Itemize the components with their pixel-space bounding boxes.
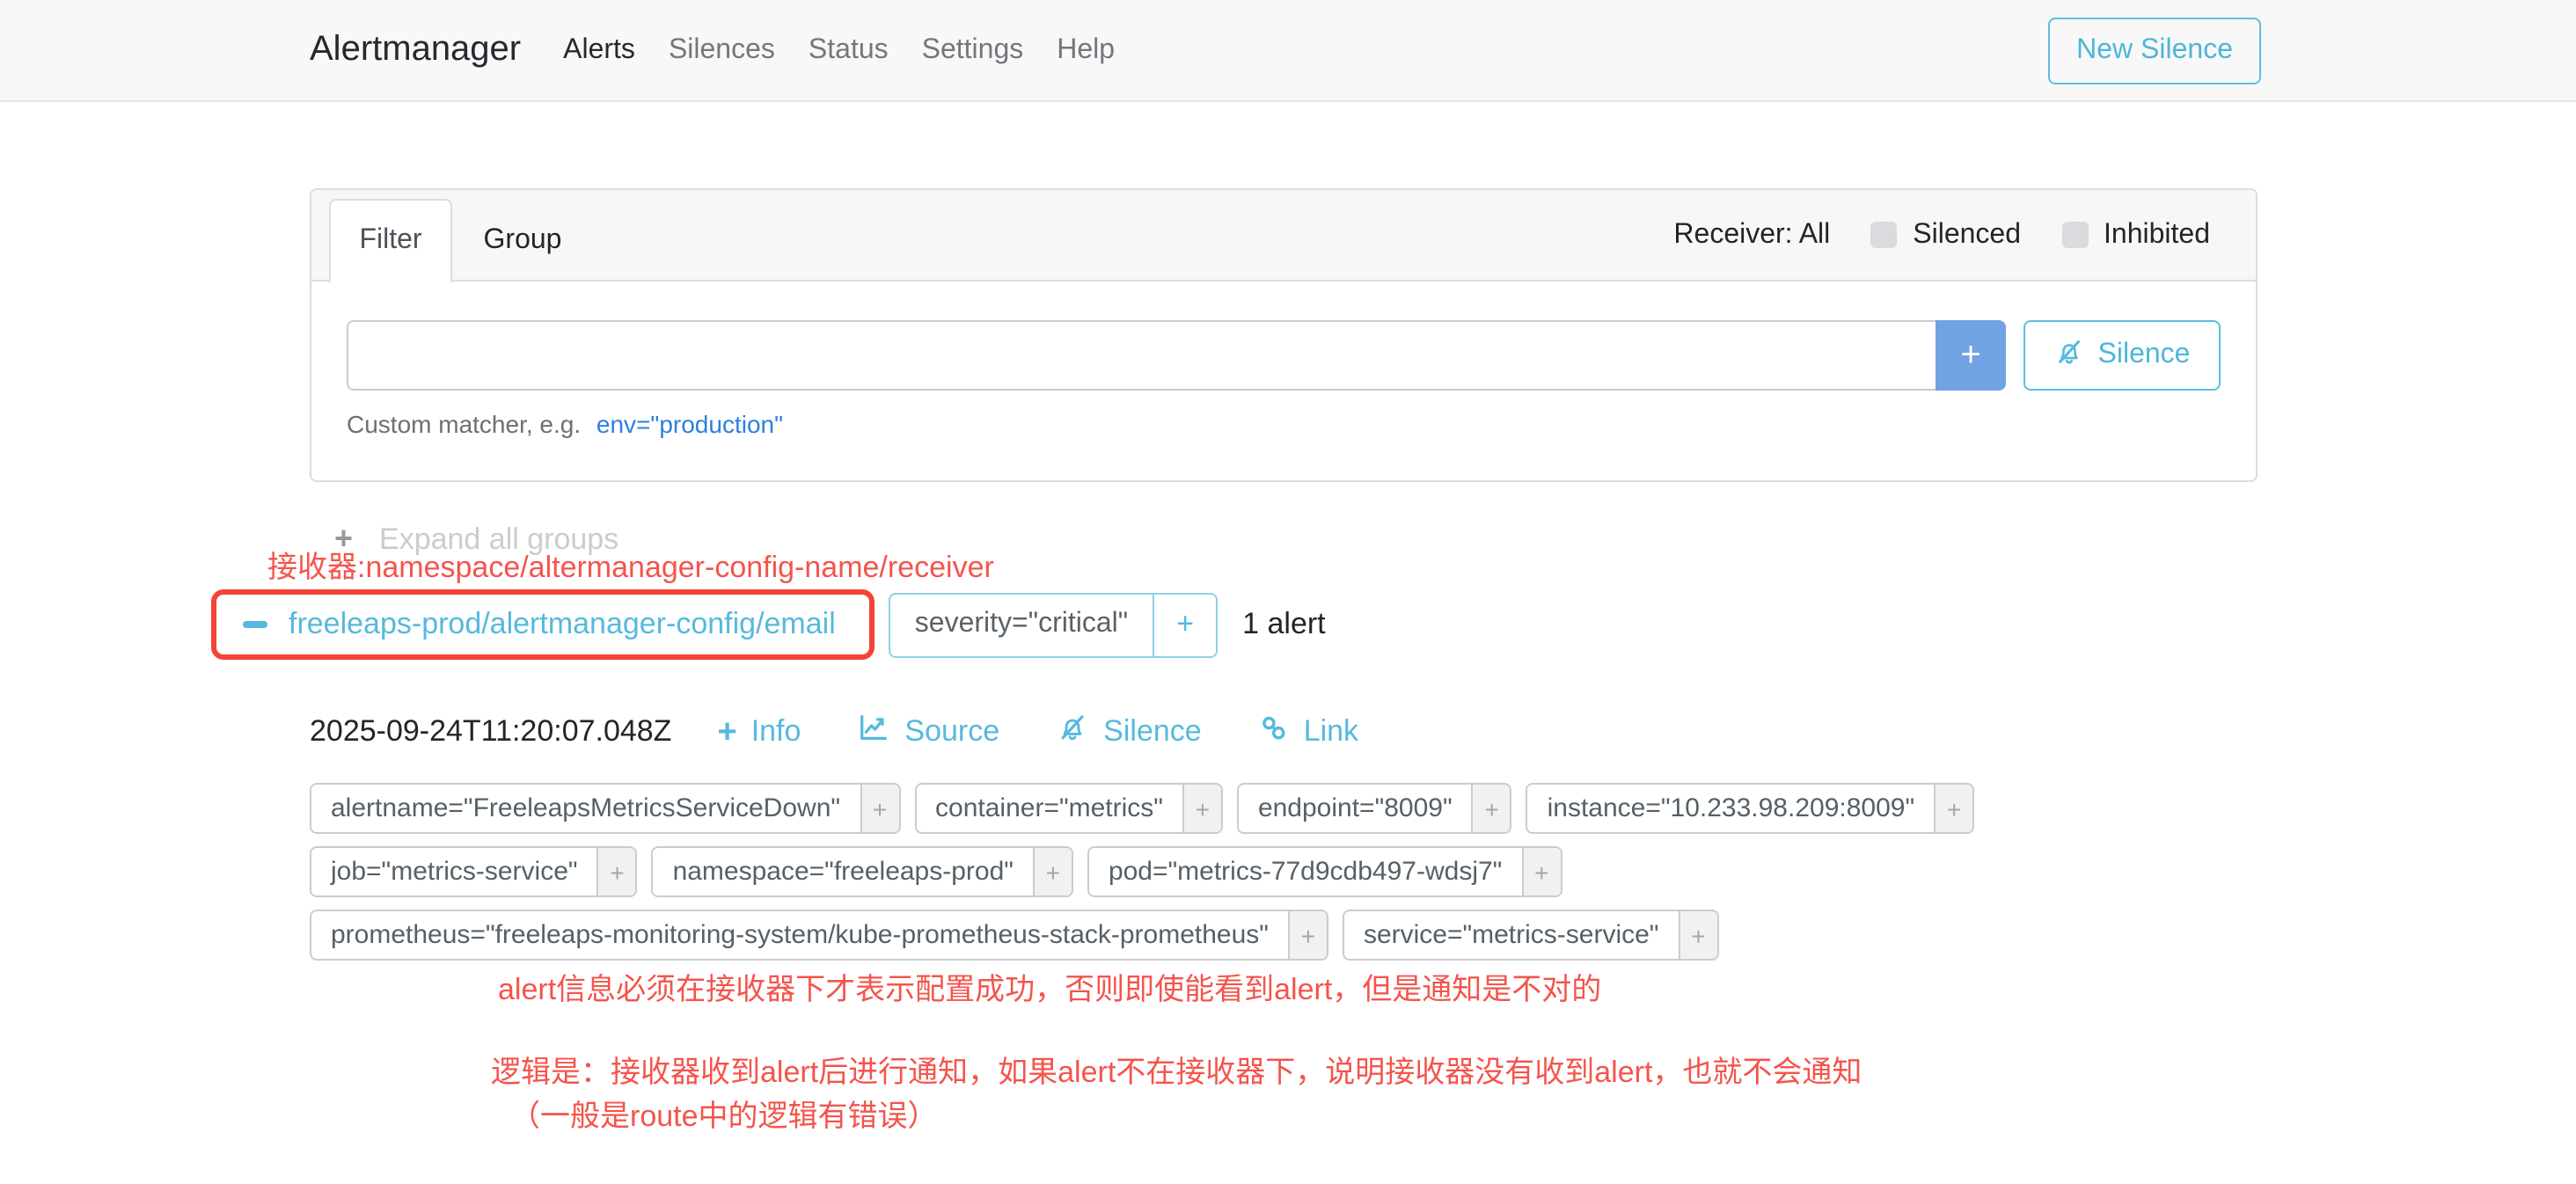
alertmanager-page: Alertmanager Alerts Silences Status Sett… [0, 0, 2576, 1184]
inhibited-checkbox-label[interactable]: Inhibited [2061, 219, 2210, 251]
silenced-label: Silenced [1913, 219, 2021, 251]
alert-count: 1 alert [1242, 607, 1326, 642]
filter-panel: Filter Group Receiver: All Silenced Inhi… [310, 188, 2258, 482]
label-chip-text[interactable]: container="metrics" [916, 785, 1182, 832]
alert-header: 2025-09-24T11:20:07.048Z + Info Source [310, 711, 1974, 753]
tab-filter[interactable]: Filter [329, 199, 452, 283]
alert-info-button[interactable]: + Info [717, 714, 801, 749]
main-nav: Alerts Silences Status Settings Help [563, 34, 1115, 66]
label-chip-prometheus: prometheus="freeleaps-monitoring-system/… [310, 910, 1328, 961]
nav-item-settings[interactable]: Settings [922, 34, 1024, 66]
link-icon [1258, 712, 1290, 752]
receiver-annotation-text: 接收器:namespace/altermanager-config-name/r… [267, 542, 994, 586]
silence-filter-button[interactable]: Silence [2023, 320, 2221, 391]
label-chip-add-button[interactable]: + [1678, 911, 1716, 959]
alert-silence-button[interactable]: Silence [1056, 711, 1202, 753]
alert-source-label: Source [904, 714, 999, 749]
inhibited-label: Inhibited [2104, 219, 2210, 251]
matcher-hint-text: Custom matcher, e.g. [347, 410, 581, 438]
app-brand[interactable]: Alertmanager [310, 30, 521, 70]
label-chip-job: job="metrics-service" + [310, 846, 638, 897]
label-chip-text[interactable]: pod="metrics-77d9cdb497-wdsj7" [1089, 848, 1521, 895]
label-chip-text[interactable]: namespace="freeleaps-prod" [654, 848, 1033, 895]
alert-source-link[interactable]: Source [857, 711, 999, 753]
receiver-filter-dropdown[interactable]: Receiver: All [1673, 219, 1830, 251]
label-chip-pod: pod="metrics-77d9cdb497-wdsj7" + [1087, 846, 1562, 897]
nav-item-alerts[interactable]: Alerts [563, 34, 635, 66]
label-chip-namespace: namespace="freeleaps-prod" + [652, 846, 1073, 897]
label-chip-container: container="metrics" + [914, 783, 1223, 834]
alert-timestamp: 2025-09-24T11:20:07.048Z [310, 714, 671, 749]
tab-group[interactable]: Group [452, 199, 593, 281]
alert-group-row: freeleaps-prod/alertmanager-config/email… [211, 589, 1326, 660]
label-row: alertname="FreeleapsMetricsServiceDown" … [310, 783, 1974, 834]
silenced-checkbox[interactable] [1870, 222, 1897, 248]
filter-panel-body: + Silence Custom matcher, e.g. env="prod… [311, 281, 2256, 480]
alert-link-label: Link [1304, 714, 1358, 749]
matcher-input-group: + Silence [347, 320, 2221, 391]
label-chip-instance: instance="10.233.98.209:8009" + [1526, 783, 1975, 834]
label-chip-add-button[interactable]: + [597, 848, 636, 895]
alert-info-label: Info [751, 714, 801, 749]
label-chip-add-button[interactable]: + [1182, 785, 1221, 832]
label-chip-service: service="metrics-service" + [1343, 910, 1719, 961]
add-matcher-button[interactable]: + [1936, 320, 2006, 391]
chart-line-icon [857, 711, 890, 753]
group-matcher-chip: severity="critical" + [889, 592, 1218, 657]
nav-item-silences[interactable]: Silences [669, 34, 775, 66]
bell-slash-icon [1056, 711, 1089, 753]
receiver-group-highlight-box: freeleaps-prod/alertmanager-config/email [211, 589, 875, 660]
label-chip-add-button[interactable]: + [1934, 785, 1972, 832]
alert-item: 2025-09-24T11:20:07.048Z + Info Source [310, 711, 1974, 961]
label-chip-add-button[interactable]: + [1288, 911, 1327, 959]
label-chip-add-button[interactable]: + [1033, 848, 1072, 895]
top-navbar: Alertmanager Alerts Silences Status Sett… [0, 0, 2576, 102]
label-chip-endpoint: endpoint="8009" + [1237, 783, 1512, 834]
config-annotation-text: alert信息必须在接收器下才表示配置成功，否则即使能看到alert，但是通知是… [498, 964, 1601, 1008]
silence-filter-label: Silence [2098, 340, 2191, 371]
label-chip-text[interactable]: alertname="FreeleapsMetricsServiceDown" [311, 785, 860, 832]
silenced-checkbox-label[interactable]: Silenced [1870, 219, 2021, 251]
nav-item-status[interactable]: Status [809, 34, 889, 66]
filter-header-controls: Receiver: All Silenced Inhibited [1673, 219, 2256, 251]
label-chip-add-button[interactable]: + [1472, 785, 1511, 832]
matcher-example-link[interactable]: env="production" [596, 410, 783, 438]
label-chip-text[interactable]: endpoint="8009" [1239, 785, 1472, 832]
alert-labels: alertname="FreeleapsMetricsServiceDown" … [310, 783, 1974, 961]
nav-item-help[interactable]: Help [1057, 34, 1115, 66]
matcher-hint: Custom matcher, e.g. env="production" [347, 410, 2221, 438]
label-row: job="metrics-service" + namespace="freel… [310, 846, 1974, 897]
label-chip-text[interactable]: service="metrics-service" [1344, 911, 1679, 959]
label-chip-text[interactable]: prometheus="freeleaps-monitoring-system/… [311, 911, 1288, 959]
label-chip-alertname: alertname="FreeleapsMetricsServiceDown" … [310, 783, 900, 834]
label-chip-add-button[interactable]: + [1521, 848, 1560, 895]
minus-icon [243, 621, 267, 628]
label-row: prometheus="freeleaps-monitoring-system/… [310, 910, 1974, 961]
group-matcher-add-button[interactable]: + [1153, 594, 1216, 655]
plus-icon: + [717, 715, 736, 749]
logic-annotation-line2: （一般是route中的逻辑有错误） [510, 1091, 938, 1135]
inhibited-checkbox[interactable] [2061, 222, 2088, 248]
new-silence-button[interactable]: New Silence [2048, 17, 2261, 84]
matcher-input[interactable] [347, 320, 1936, 391]
label-chip-text[interactable]: job="metrics-service" [311, 848, 597, 895]
alert-generator-link[interactable]: Link [1258, 712, 1358, 752]
alert-silence-label: Silence [1103, 714, 1202, 749]
logic-annotation-line1: 逻辑是：接收器收到alert后进行通知，如果alert不在接收器下，说明接收器没… [491, 1047, 1862, 1091]
label-chip-add-button[interactable]: + [860, 785, 898, 832]
filter-panel-header: Filter Group Receiver: All Silenced Inhi… [311, 190, 2256, 281]
receiver-group-button[interactable]: freeleaps-prod/alertmanager-config/email [289, 607, 836, 642]
label-chip-text[interactable]: instance="10.233.98.209:8009" [1528, 785, 1935, 832]
group-matcher-label[interactable]: severity="critical" [890, 594, 1153, 655]
bell-slash-icon [2054, 335, 2086, 376]
